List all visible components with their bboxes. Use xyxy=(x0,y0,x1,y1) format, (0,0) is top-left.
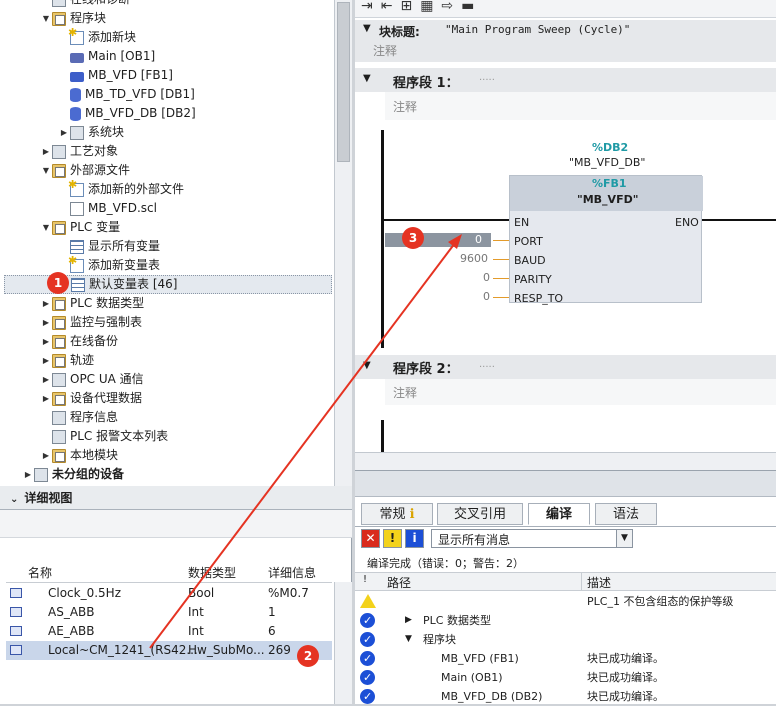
callout-badge-1: 1 xyxy=(47,272,69,294)
arrow-line xyxy=(149,242,456,649)
callout-badge-2: 2 xyxy=(297,645,319,667)
callout-arrow xyxy=(149,234,462,649)
callout-badge-3: 3 xyxy=(402,227,424,249)
arrow-head xyxy=(448,234,462,249)
